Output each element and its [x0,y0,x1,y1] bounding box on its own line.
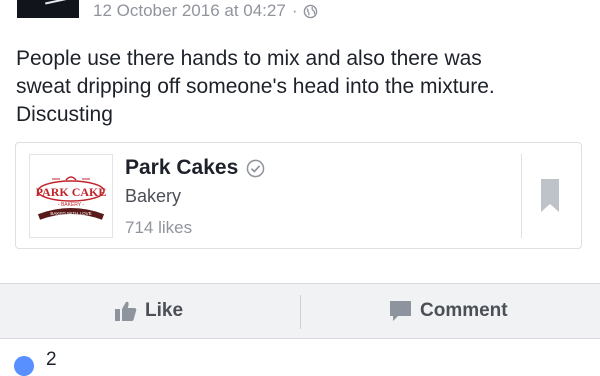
like-button[interactable]: Like [115,284,183,338]
post-timestamp[interactable]: 12 October 2016 at 04:27 [93,1,286,21]
reaction-count: 2 [46,349,57,370]
post-text-line: People use there hands to mix and also t… [16,47,482,70]
like-label: Like [145,300,184,321]
svg-text:BAKED WITH LOVE: BAKED WITH LOVE [50,211,91,216]
page-name[interactable]: Park Cakes [125,156,265,180]
page-name-text[interactable]: Park Cakes [125,156,238,180]
globe-icon [304,4,318,18]
page-category: Bakery [125,186,182,206]
svg-text:PARK CAKE: PARK CAKE [36,185,107,199]
comment-button[interactable]: Comment [390,284,508,338]
action-divider [300,295,301,329]
page-likes: 714 likes [125,218,193,237]
tagged-page-card[interactable]: PARK CAKE - BAKERY - BAKED WITH LOVE Par… [15,142,582,249]
comment-label: Comment [420,300,508,321]
bookmark-icon[interactable] [541,179,559,212]
post-text-line: sweat dripping off someone's head into t… [16,75,495,98]
post-text-line: Discusting [16,103,113,126]
post-meta: 12 October 2016 at 04:27 · [93,0,318,22]
post-text: People use there hands to mix and also t… [16,45,586,129]
thumbs-up-icon [115,301,137,321]
author-avatar[interactable] [17,0,79,18]
meta-separator: · [291,1,298,20]
comment-icon [390,300,411,321]
verified-check-icon [246,159,265,177]
page-logo[interactable]: PARK CAKE - BAKERY - BAKED WITH LOVE [29,154,113,238]
reactions-row[interactable]: 2 [0,339,600,376]
post-action-bar: Like Comment [0,283,600,339]
like-reaction-icon [14,356,34,376]
card-divider [521,154,522,238]
svg-text:- BAKERY -: - BAKERY - [58,202,85,208]
